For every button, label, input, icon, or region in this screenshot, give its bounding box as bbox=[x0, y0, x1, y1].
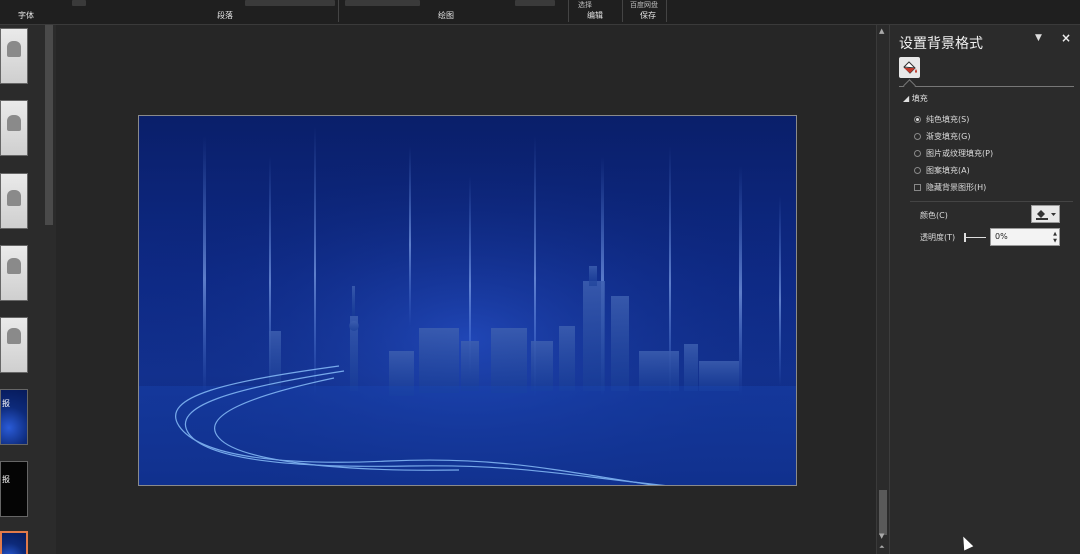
scrollbar-thumb[interactable] bbox=[45, 25, 53, 225]
pattern-fill-label[interactable]: 图案填充(A) bbox=[926, 165, 970, 176]
ribbon-separator bbox=[666, 0, 667, 22]
slide-thumbnail[interactable] bbox=[0, 100, 28, 156]
slide-thumbnail[interactable] bbox=[0, 245, 28, 301]
scroll-up-icon[interactable]: ▲ bbox=[879, 27, 884, 35]
fill-section-label: 填充 bbox=[911, 94, 928, 103]
slide-thumbnail-selected[interactable] bbox=[0, 531, 28, 554]
slide-thumbnail[interactable] bbox=[0, 173, 28, 229]
ribbon-group-editing[interactable]: 编辑 bbox=[587, 10, 603, 21]
color-label: 颜色(C) bbox=[920, 211, 948, 220]
picture-fill-radio[interactable] bbox=[914, 150, 921, 157]
fill-section-header[interactable]: ◢ 填充 bbox=[903, 93, 928, 104]
spin-down-icon[interactable]: ▼ bbox=[1053, 238, 1057, 244]
baidu-netdisk-button[interactable]: 百度网盘 bbox=[630, 0, 658, 10]
slide-background-image[interactable] bbox=[138, 115, 797, 486]
ribbon-control-stub[interactable] bbox=[515, 0, 555, 6]
gradient-fill-label[interactable]: 渐变填充(G) bbox=[926, 131, 970, 142]
transparency-slider[interactable] bbox=[964, 237, 986, 238]
ribbon-separator bbox=[622, 0, 623, 22]
ribbon-group-paragraph[interactable]: 段落 bbox=[217, 10, 233, 21]
tab-underline bbox=[899, 86, 1074, 87]
spin-up-icon[interactable]: ▲ bbox=[1053, 231, 1057, 237]
fill-tab[interactable] bbox=[899, 57, 920, 78]
scrollbar-thumb[interactable] bbox=[879, 490, 887, 535]
ribbon-group-font[interactable]: 字体 bbox=[18, 10, 34, 21]
slide-thumbnail-panel: 报 报 bbox=[0, 25, 44, 554]
transparency-slider-handle[interactable] bbox=[964, 233, 966, 242]
thumbnail-text: 报 bbox=[2, 475, 10, 484]
hide-background-label[interactable]: 隐藏背景图形(H) bbox=[926, 182, 986, 193]
slide-thumbnail[interactable]: 报 bbox=[0, 461, 28, 517]
ribbon: 字体 段落 绘图 选择 编辑 百度网盘 保存 bbox=[0, 0, 1080, 25]
solid-fill-label[interactable]: 纯色填充(S) bbox=[926, 114, 969, 125]
pane-options-dropdown-icon[interactable]: ▼ bbox=[1035, 33, 1042, 43]
transparency-value: 0% bbox=[995, 232, 1008, 241]
transparency-input[interactable]: 0% ▲ ▼ bbox=[990, 228, 1060, 246]
city-skyline-graphic bbox=[139, 116, 796, 485]
ribbon-control-stub[interactable] bbox=[245, 0, 335, 6]
ribbon-separator bbox=[568, 0, 569, 22]
slide-thumbnail[interactable] bbox=[0, 28, 28, 84]
ribbon-control-stub[interactable] bbox=[72, 0, 86, 6]
picture-fill-label[interactable]: 图片或纹理填充(P) bbox=[926, 148, 993, 159]
gradient-fill-radio[interactable] bbox=[914, 133, 921, 140]
thumbnail-scrollbar[interactable] bbox=[44, 25, 54, 554]
pane-title: 设置背景格式 bbox=[899, 36, 983, 52]
fill-color-icon bbox=[1036, 210, 1056, 220]
solid-fill-radio[interactable] bbox=[914, 116, 921, 123]
divider bbox=[910, 201, 1073, 202]
ribbon-control-stub[interactable] bbox=[345, 0, 420, 6]
hide-background-checkbox[interactable] bbox=[914, 184, 921, 191]
scroll-down-icon[interactable]: ▼ bbox=[879, 532, 884, 540]
ribbon-group-save[interactable]: 保存 bbox=[640, 10, 656, 21]
format-background-pane: 设置背景格式 ▼ × ◢ 填充 纯色填充(S) 渐变填充(G) 图片或纹理填充(… bbox=[889, 25, 1080, 554]
ribbon-separator bbox=[338, 0, 339, 22]
tab-indicator bbox=[903, 79, 916, 92]
pattern-fill-radio[interactable] bbox=[914, 167, 921, 174]
page-up-icon[interactable]: ⏶ bbox=[879, 543, 885, 551]
close-icon[interactable]: × bbox=[1061, 31, 1071, 45]
paint-bucket-icon bbox=[903, 61, 917, 74]
slide-thumbnail[interactable] bbox=[0, 317, 28, 373]
ribbon-group-drawing[interactable]: 绘图 bbox=[438, 10, 454, 21]
slide-thumbnail[interactable]: 报 bbox=[0, 389, 28, 445]
canvas-scrollbar[interactable]: ▲ ▼ ⏶ bbox=[876, 25, 889, 554]
transparency-label: 透明度(T) bbox=[920, 233, 956, 242]
select-button[interactable]: 选择 bbox=[578, 0, 592, 10]
thumbnail-text: 报 bbox=[2, 399, 10, 408]
color-picker-button[interactable] bbox=[1031, 205, 1060, 223]
